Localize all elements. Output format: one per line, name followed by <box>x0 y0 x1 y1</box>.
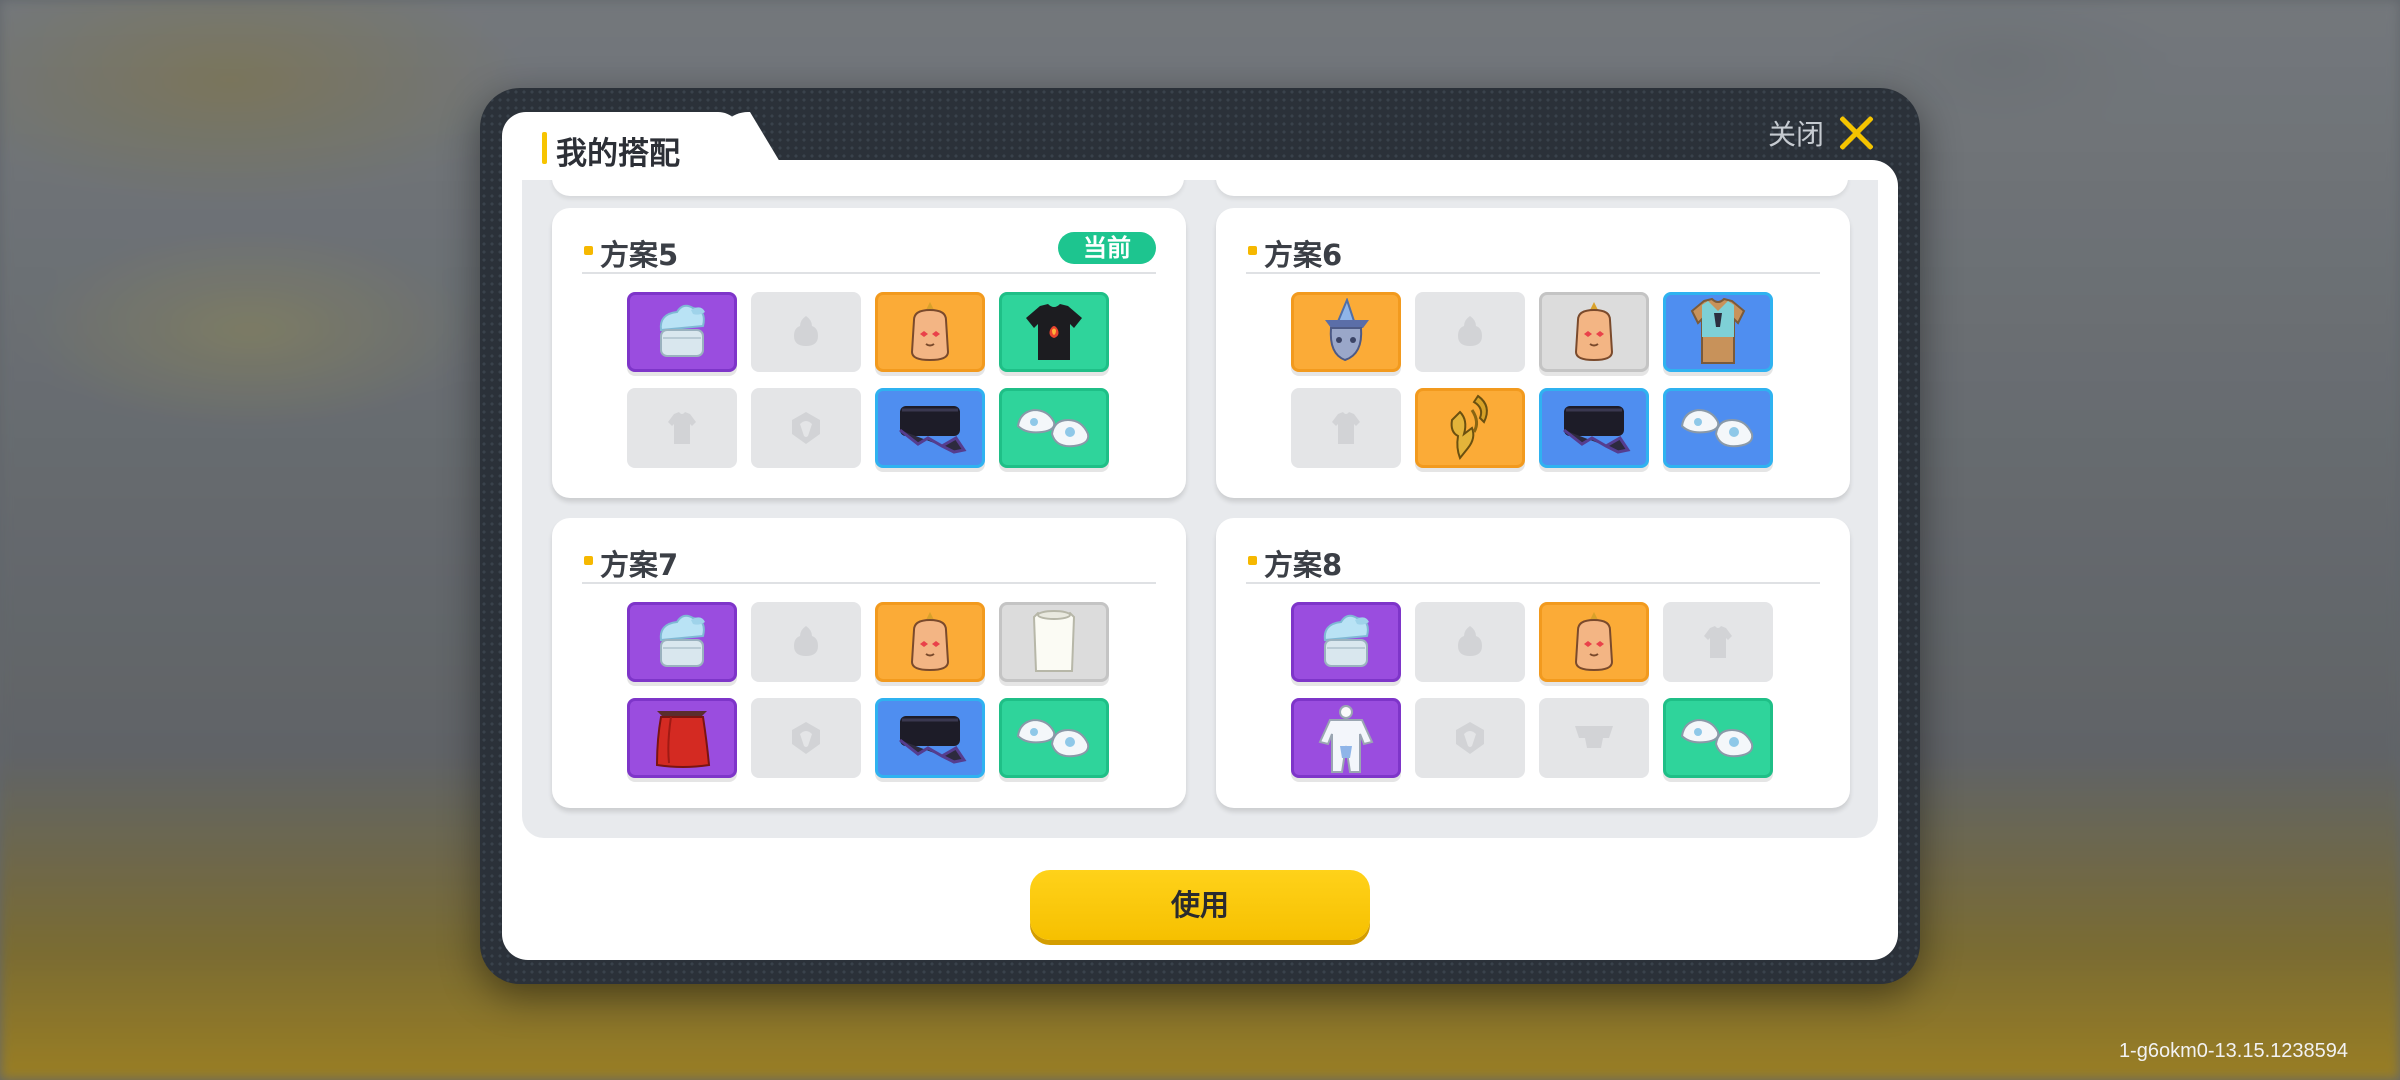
black-shirt-icon <box>1022 300 1086 364</box>
close-icon[interactable] <box>1836 113 1876 153</box>
item-slot[interactable] <box>999 388 1109 468</box>
item-slot[interactable] <box>751 292 861 372</box>
item-slots <box>627 602 1111 782</box>
face-mask-icon <box>1564 300 1624 364</box>
face-mask-icon <box>1564 610 1624 674</box>
item-slot[interactable] <box>627 698 737 778</box>
item-slots <box>1291 292 1775 472</box>
card-header: 方案6 <box>1246 226 1820 274</box>
hat-icon <box>1311 610 1381 674</box>
bullet-dot <box>1248 556 1257 565</box>
golden-wings-icon <box>1438 392 1502 464</box>
empty-top-icon <box>662 408 702 448</box>
empty-top-icon <box>1698 622 1738 662</box>
close-button[interactable]: 关闭 <box>1768 108 1876 158</box>
item-slot[interactable] <box>999 602 1109 682</box>
card-header: 方案5 当前 <box>582 226 1156 274</box>
item-slots <box>627 292 1111 472</box>
item-slot[interactable] <box>1539 602 1649 682</box>
bullet-dot <box>584 556 593 565</box>
empty-hair-icon <box>1450 312 1490 352</box>
use-button[interactable]: 使用 <box>1030 870 1370 940</box>
item-slots <box>1291 602 1775 782</box>
item-slot[interactable] <box>1291 602 1401 682</box>
outfit-name: 方案8 <box>1264 548 1343 582</box>
outfit-card[interactable]: 方案6 <box>1216 208 1850 498</box>
item-slot[interactable] <box>751 388 861 468</box>
item-slot[interactable] <box>1663 602 1773 682</box>
item-slot[interactable] <box>627 602 737 682</box>
hat-icon <box>647 300 717 364</box>
item-slot[interactable] <box>875 388 985 468</box>
outfit-name: 方案5 <box>600 238 679 272</box>
shoes-icon <box>1012 398 1096 458</box>
item-slot[interactable] <box>875 698 985 778</box>
item-slot[interactable] <box>1415 602 1525 682</box>
face-mask-icon <box>900 300 960 364</box>
hat-icon <box>647 610 717 674</box>
item-slot[interactable] <box>1539 698 1649 778</box>
card-header: 方案7 <box>582 536 1156 584</box>
item-slot[interactable] <box>1415 388 1525 468</box>
outfit-card-partial <box>552 180 1184 196</box>
white-shirt-icon <box>1022 607 1086 677</box>
shoes-icon <box>1012 708 1096 768</box>
empty-hair-icon <box>786 312 826 352</box>
empty-pants-icon <box>1569 718 1619 758</box>
item-slot[interactable] <box>875 602 985 682</box>
empty-hair-icon <box>1450 622 1490 662</box>
item-slot[interactable] <box>1539 388 1649 468</box>
pants-icon <box>888 400 972 456</box>
item-slot[interactable] <box>1291 388 1401 468</box>
outfit-name: 方案7 <box>600 548 679 582</box>
outfit-card[interactable]: 方案5 当前 <box>552 208 1186 498</box>
outfit-name: 方案6 <box>1264 238 1343 272</box>
bullet-dot <box>1248 246 1257 255</box>
outfit-card[interactable]: 方案8 <box>1216 518 1850 808</box>
version-label: 1-g6okm0-13.15.1238594 <box>2118 1040 2348 1062</box>
item-slot[interactable] <box>1663 292 1773 372</box>
item-slot[interactable] <box>627 388 737 468</box>
item-slot[interactable] <box>1539 292 1649 372</box>
bullet-dot <box>584 246 593 255</box>
suit-icon <box>1314 702 1378 774</box>
red-cape-icon <box>647 703 717 773</box>
item-slot[interactable] <box>999 698 1109 778</box>
item-slot[interactable] <box>999 292 1109 372</box>
title-accent-bar <box>542 132 547 164</box>
card-header: 方案8 <box>1246 536 1820 584</box>
item-slot[interactable] <box>627 292 737 372</box>
shoes-icon <box>1676 708 1760 768</box>
item-slot[interactable] <box>1415 698 1525 778</box>
face-mask-icon <box>900 610 960 674</box>
outfit-list[interactable]: 方案5 当前 方案6 方案7 方案8 <box>522 180 1878 838</box>
item-slot[interactable] <box>1291 292 1401 372</box>
empty-accessory-icon <box>786 718 826 758</box>
wizard-hat-icon <box>1311 298 1381 366</box>
item-slot[interactable] <box>1291 698 1401 778</box>
empty-accessory-icon <box>786 408 826 448</box>
item-slot[interactable] <box>751 602 861 682</box>
item-slot[interactable] <box>1415 292 1525 372</box>
empty-accessory-icon <box>1450 718 1490 758</box>
close-label: 关闭 <box>1767 118 1824 151</box>
item-slot[interactable] <box>875 292 985 372</box>
item-slot[interactable] <box>751 698 861 778</box>
empty-top-icon <box>1326 408 1366 448</box>
outfit-card-partial <box>1216 180 1848 196</box>
shoes-icon <box>1676 398 1760 458</box>
outfit-card[interactable]: 方案7 <box>552 518 1186 808</box>
empty-hair-icon <box>786 622 826 662</box>
pants-icon <box>888 710 972 766</box>
dialog-title: 我的搭配 <box>556 136 680 172</box>
item-slot[interactable] <box>1663 388 1773 468</box>
item-slot[interactable] <box>1663 698 1773 778</box>
blue-shirt-icon <box>1686 297 1750 367</box>
current-badge: 当前 <box>1058 232 1156 264</box>
pants-icon <box>1552 400 1636 456</box>
